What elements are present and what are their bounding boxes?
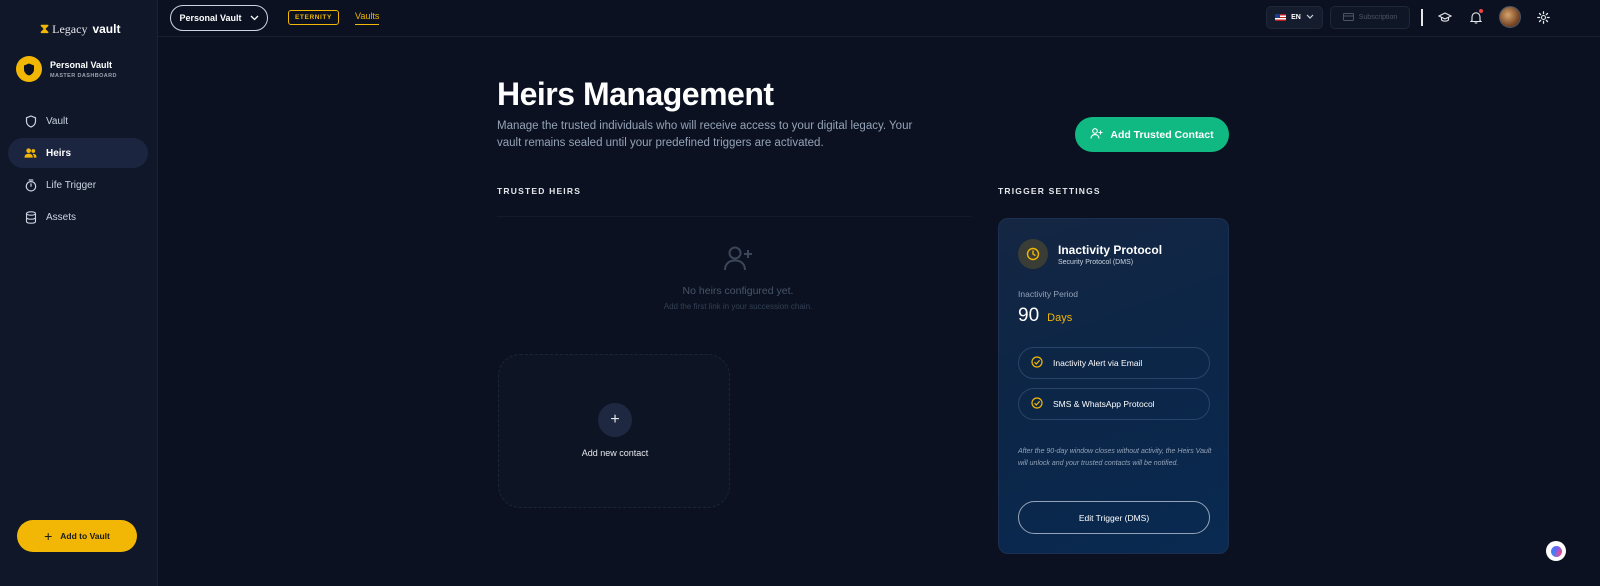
check-circle-icon	[1031, 397, 1043, 411]
subscription-button[interactable]: Subscription	[1330, 6, 1410, 29]
add-to-vault-label: Add to Vault	[60, 531, 110, 541]
hourglass-icon: ⧗	[40, 21, 50, 36]
add-trusted-contact-button[interactable]: Add Trusted Contact	[1075, 117, 1229, 152]
vault-selector[interactable]: Personal Vault	[170, 5, 268, 31]
assistant-launcher-icon[interactable]	[1546, 541, 1566, 561]
inactivity-period: 90 Days	[1018, 305, 1072, 327]
gear-icon[interactable]	[1535, 9, 1551, 25]
shield-icon	[24, 114, 37, 128]
add-to-vault-button[interactable]: + Add to Vault	[17, 520, 137, 552]
inactivity-period-value: 90	[1018, 305, 1040, 326]
sidebar-nav: Vault Heirs Life Trigger Assets	[8, 106, 148, 234]
user-plus-icon	[1090, 127, 1103, 142]
chevron-down-icon	[1306, 14, 1314, 21]
sidebar-item-label: Life Trigger	[46, 179, 97, 191]
trusted-heirs-heading: TRUSTED HEIRS	[497, 186, 582, 196]
option-sms-whatsapp[interactable]: SMS & WhatsApp Protocol	[1018, 388, 1210, 420]
option-label: Inactivity Alert via Email	[1053, 358, 1143, 368]
page-title: Heirs Management	[497, 76, 774, 112]
topbar-divider	[1421, 9, 1423, 26]
plus-icon: +	[44, 528, 53, 544]
chevron-down-icon	[250, 13, 259, 23]
option-label: SMS & WhatsApp Protocol	[1053, 399, 1155, 409]
brand-legacy: Legacy	[52, 21, 88, 36]
sidebar-item-label: Assets	[46, 211, 77, 223]
app-root: ⧗ Legacy vault Personal Vault MASTER DAS…	[0, 0, 1600, 586]
trigger-subtitle: Security Protocol (DMS)	[1058, 258, 1134, 266]
check-circle-icon	[1031, 356, 1043, 370]
credit-card-icon	[1342, 12, 1354, 23]
subscription-label: Subscription	[1358, 14, 1398, 21]
brand-logo[interactable]: ⧗ Legacy vault	[40, 21, 120, 37]
vault-name: Personal Vault	[50, 59, 113, 70]
inactivity-period-unit: Days	[1047, 312, 1073, 324]
plan-badge[interactable]: ETERNITY	[288, 10, 339, 25]
stopwatch-icon	[24, 178, 37, 192]
sidebar-item-label: Vault	[46, 115, 69, 127]
database-icon	[24, 210, 37, 224]
us-flag-icon	[1275, 14, 1287, 21]
plus-icon: +	[598, 403, 632, 437]
language-selector[interactable]: EN	[1266, 6, 1323, 29]
trigger-settings-card: Inactivity Protocol Security Protocol (D…	[998, 218, 1229, 554]
edit-trigger-button[interactable]: Edit Trigger (DMS)	[1018, 501, 1210, 534]
users-icon	[24, 147, 37, 160]
vault-shield-icon	[16, 56, 42, 82]
trigger-settings-heading: TRIGGER SETTINGS	[998, 186, 1101, 196]
user-plus-icon	[722, 243, 754, 275]
vault-card[interactable]: Personal Vault MASTER DASHBOARD	[16, 56, 117, 82]
empty-state-subtitle: Add the first link in your succession ch…	[663, 302, 813, 311]
sidebar-item-vault[interactable]: Vault	[8, 106, 148, 136]
bell-icon[interactable]	[1468, 9, 1484, 25]
brand-vault: vault	[92, 22, 121, 36]
option-email-alert[interactable]: Inactivity Alert via Email	[1018, 347, 1210, 379]
add-new-contact-card[interactable]: + Add new contact	[498, 354, 730, 508]
sidebar-item-heirs[interactable]: Heirs	[8, 138, 148, 168]
sidebar-item-assets[interactable]: Assets	[8, 202, 148, 232]
page-subtitle: Manage the trusted individuals who will …	[497, 120, 913, 149]
main-content: Heirs Management Manage the trusted indi…	[158, 38, 1600, 586]
trigger-note: After the 90-day window closes without a…	[1018, 448, 1212, 467]
language-label: EN	[1291, 14, 1301, 21]
empty-state-title: No heirs configured yet.	[682, 285, 794, 297]
vault-selector-label: Personal Vault	[179, 13, 242, 23]
vault-subtitle: MASTER DASHBOARD	[50, 72, 117, 79]
trigger-title: Inactivity Protocol	[1058, 242, 1163, 257]
section-divider	[497, 216, 972, 217]
top-bar: Personal Vault ETERNITY Vaults EN Subscr…	[158, 0, 1600, 37]
add-trusted-contact-label: Add Trusted Contact	[1110, 128, 1214, 141]
graduation-cap-icon[interactable]	[1437, 9, 1453, 25]
clock-icon	[1018, 239, 1048, 269]
trigger-card-header: Inactivity Protocol Security Protocol (D…	[1018, 239, 1162, 269]
add-new-contact-label: Add new contact	[581, 448, 649, 458]
sidebar: ⧗ Legacy vault Personal Vault MASTER DAS…	[0, 0, 158, 586]
inactivity-period-label: Inactivity Period	[1018, 289, 1078, 299]
sidebar-item-label: Heirs	[46, 147, 72, 159]
vaults-link[interactable]: Vaults	[355, 11, 380, 25]
sidebar-item-life-trigger[interactable]: Life Trigger	[8, 170, 148, 200]
user-avatar[interactable]	[1499, 6, 1521, 28]
notification-dot	[1479, 9, 1483, 13]
